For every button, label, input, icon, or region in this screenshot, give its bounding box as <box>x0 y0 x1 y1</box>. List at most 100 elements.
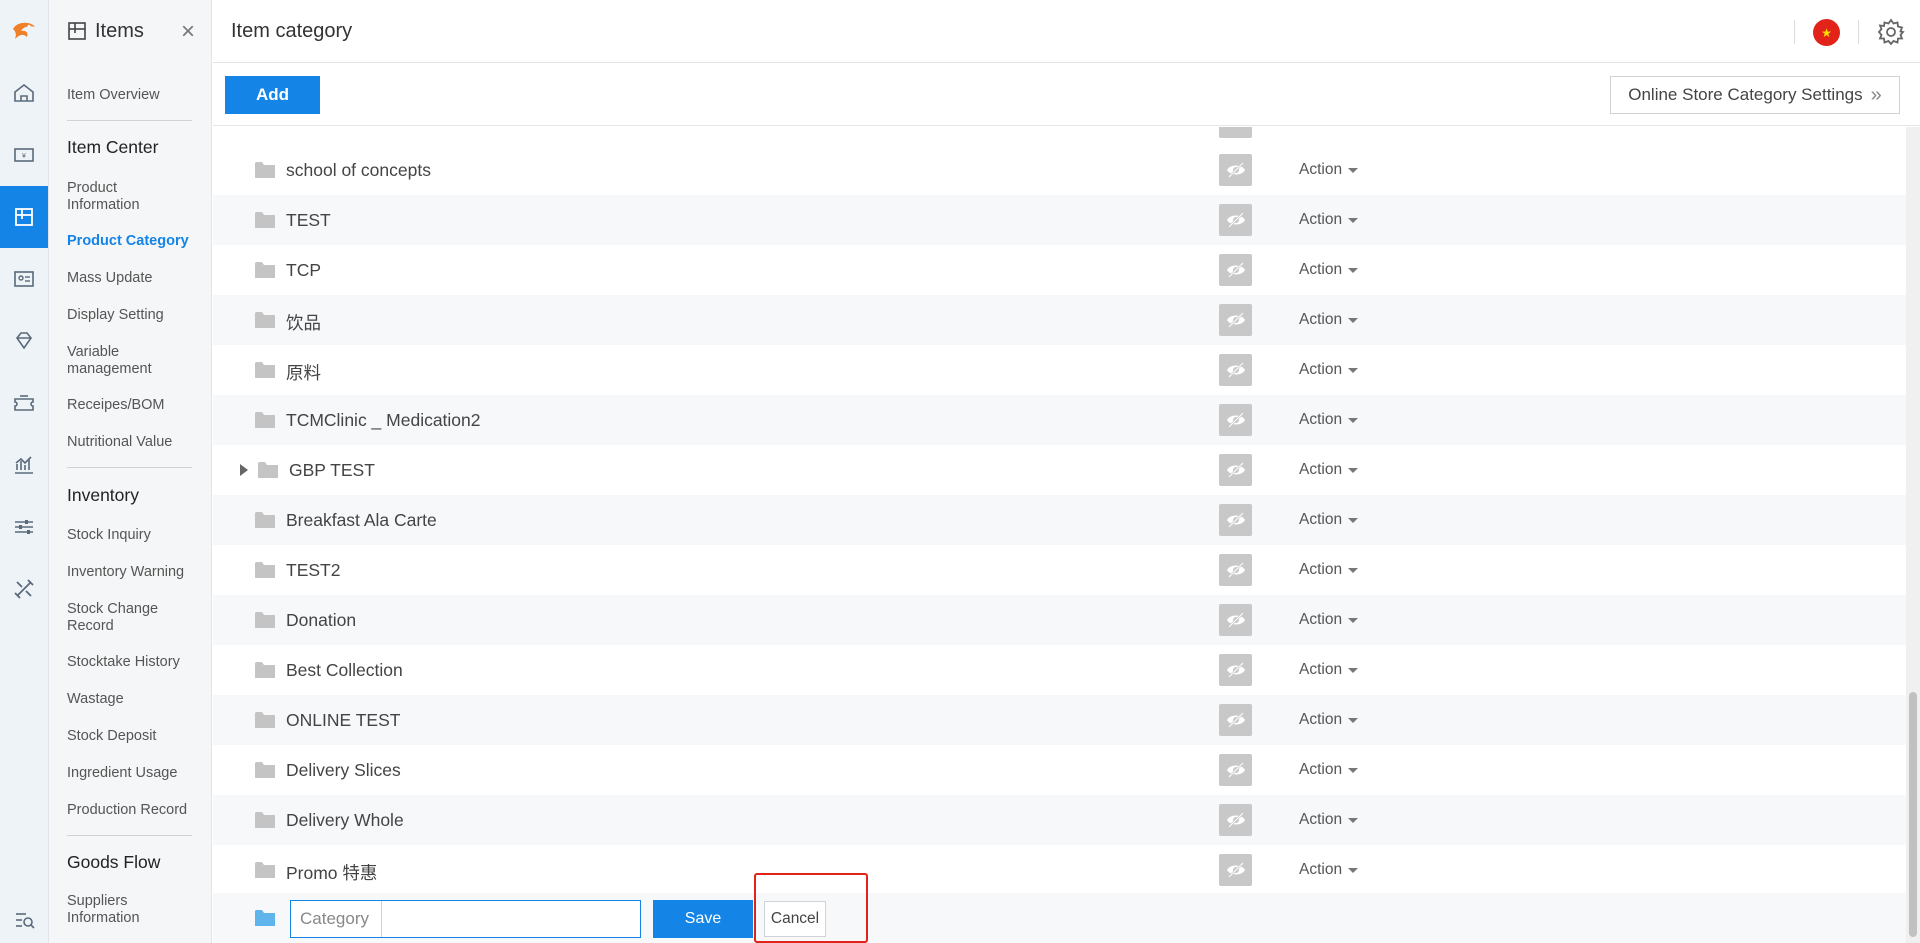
nav-variable-management[interactable]: Variable management <box>49 344 169 378</box>
settings-sliders-icon[interactable] <box>0 496 48 558</box>
category-row[interactable]: school of concepts Action <box>213 145 1906 195</box>
visibility-toggle-icon[interactable] <box>1219 127 1252 138</box>
nav-product-information[interactable]: Product Information <box>49 180 169 214</box>
action-dropdown[interactable]: Action <box>1299 311 1359 329</box>
category-row[interactable]: Breakfast Ala Carte Action <box>213 495 1906 545</box>
brand-logo-icon <box>13 22 35 39</box>
nav-mass-update[interactable]: Mass Update <box>49 270 152 287</box>
scrollbar-thumb[interactable] <box>1909 692 1917 937</box>
gear-icon[interactable] <box>1877 18 1905 51</box>
category-row[interactable]: TCMClinic _ Medication2 Action <box>213 395 1906 445</box>
action-label: Action <box>1299 361 1343 378</box>
nav-stock-inquiry[interactable]: Stock Inquiry <box>49 527 151 544</box>
category-row[interactable]: Delivery Slices Action <box>213 745 1906 795</box>
nav-item-overview[interactable]: Item Overview <box>49 87 160 104</box>
category-name: Donation <box>286 610 357 630</box>
cancel-button[interactable]: Cancel <box>764 901 826 937</box>
category-name: school of concepts <box>286 160 431 180</box>
cash-register-icon[interactable]: ¥ <box>0 124 48 186</box>
visibility-toggle-icon[interactable] <box>1219 154 1252 186</box>
action-label: Action <box>1299 211 1343 228</box>
category-row[interactable]: GBP TEST Action <box>213 445 1906 495</box>
toolbar: Add Online Store Category Settings » <box>213 63 1920 126</box>
home-icon[interactable] <box>0 62 48 124</box>
nav-stock-change-record[interactable]: Stock Change Record <box>49 601 169 635</box>
category-row[interactable]: TEST2 Action <box>213 545 1906 595</box>
category-name-field[interactable]: Category <box>290 900 641 938</box>
nav-nutritional-value[interactable]: Nutritional Value <box>49 434 172 451</box>
nav-receipes-bom[interactable]: Receipes/BOM <box>49 397 165 414</box>
action-label: Action <box>1299 611 1343 628</box>
dropdown-caret-icon <box>1348 667 1359 673</box>
search-list-icon[interactable] <box>0 909 49 931</box>
dropdown-caret-icon <box>1348 617 1359 623</box>
nav-product-category[interactable]: Product Category <box>49 233 189 250</box>
category-row[interactable]: TEST Action <box>213 195 1906 245</box>
diamond-icon[interactable] <box>0 310 48 372</box>
action-dropdown[interactable]: Action <box>1299 511 1359 529</box>
action-dropdown[interactable]: Action <box>1299 261 1359 279</box>
action-dropdown[interactable]: Action <box>1299 711 1359 729</box>
visibility-toggle-icon[interactable] <box>1219 804 1252 836</box>
visibility-toggle-icon[interactable] <box>1219 354 1252 386</box>
folder-icon <box>255 362 275 378</box>
visibility-toggle-icon[interactable] <box>1219 454 1252 486</box>
nav-suppliers-information[interactable]: Suppliers Information <box>49 893 169 927</box>
visibility-toggle-icon[interactable] <box>1219 604 1252 636</box>
category-row[interactable]: TCP Action <box>213 245 1906 295</box>
nav-ingredient-usage[interactable]: Ingredient Usage <box>49 765 177 782</box>
action-dropdown[interactable]: Action <box>1299 861 1359 879</box>
category-name: TCMClinic _ Medication2 <box>286 410 481 430</box>
visibility-toggle-icon[interactable] <box>1219 504 1252 536</box>
add-button[interactable]: Add <box>225 76 320 114</box>
nav-production-record[interactable]: Production Record <box>49 802 187 819</box>
category-row[interactable]: Best Collection Action <box>213 645 1906 695</box>
action-dropdown[interactable]: Action <box>1299 161 1359 179</box>
action-dropdown[interactable]: Action <box>1299 561 1359 579</box>
icon-rail: ¥ <box>0 0 49 943</box>
category-row[interactable]: Promo 特惠 Action <box>213 845 1906 895</box>
category-row[interactable]: Donation Action <box>213 595 1906 645</box>
dropdown-caret-icon <box>1348 317 1359 323</box>
item-box-icon[interactable] <box>0 186 48 248</box>
category-row[interactable]: 饮品 Action <box>213 295 1906 345</box>
action-dropdown[interactable]: Action <box>1299 811 1359 829</box>
action-dropdown[interactable]: Action <box>1299 461 1359 479</box>
online-store-category-settings-button[interactable]: Online Store Category Settings » <box>1610 76 1900 114</box>
nav-stock-deposit[interactable]: Stock Deposit <box>49 728 156 745</box>
category-name-input[interactable] <box>382 901 640 937</box>
visibility-toggle-icon[interactable] <box>1219 854 1252 886</box>
visibility-toggle-icon[interactable] <box>1219 654 1252 686</box>
category-row[interactable]: 原料 Action <box>213 345 1906 395</box>
category-field-label: Category <box>291 901 382 937</box>
brand-logo[interactable] <box>0 0 48 62</box>
action-dropdown[interactable]: Action <box>1299 211 1359 229</box>
tools-icon[interactable] <box>0 558 48 620</box>
save-button[interactable]: Save <box>653 900 753 938</box>
action-dropdown[interactable]: Action <box>1299 361 1359 379</box>
visibility-toggle-icon[interactable] <box>1219 404 1252 436</box>
action-dropdown[interactable]: Action <box>1299 661 1359 679</box>
visibility-toggle-icon[interactable] <box>1219 554 1252 586</box>
visibility-toggle-icon[interactable] <box>1219 254 1252 286</box>
category-row[interactable]: ONLINE TEST Action <box>213 695 1906 745</box>
visibility-toggle-icon[interactable] <box>1219 304 1252 336</box>
nav-inventory-warning[interactable]: Inventory Warning <box>49 564 184 581</box>
member-card-icon[interactable] <box>0 248 48 310</box>
visibility-toggle-icon[interactable] <box>1219 754 1252 786</box>
category-row[interactable]: Delivery Whole Action <box>213 795 1906 845</box>
folder-icon <box>255 762 275 778</box>
action-dropdown[interactable]: Action <box>1299 611 1359 629</box>
nav-stocktake-history[interactable]: Stocktake History <box>49 654 180 671</box>
nav-wastage[interactable]: Wastage <box>49 691 124 708</box>
chart-icon[interactable] <box>0 434 48 496</box>
visibility-toggle-icon[interactable] <box>1219 704 1252 736</box>
visibility-toggle-icon[interactable] <box>1219 204 1252 236</box>
action-dropdown[interactable]: Action <box>1299 761 1359 779</box>
close-subnav-icon[interactable]: × <box>181 20 195 44</box>
action-dropdown[interactable]: Action <box>1299 411 1359 429</box>
nav-display-setting[interactable]: Display Setting <box>49 307 164 324</box>
language-flag-icon[interactable]: ★ <box>1813 19 1840 46</box>
expand-caret-icon[interactable] <box>240 464 248 476</box>
coupon-icon[interactable] <box>0 372 48 434</box>
